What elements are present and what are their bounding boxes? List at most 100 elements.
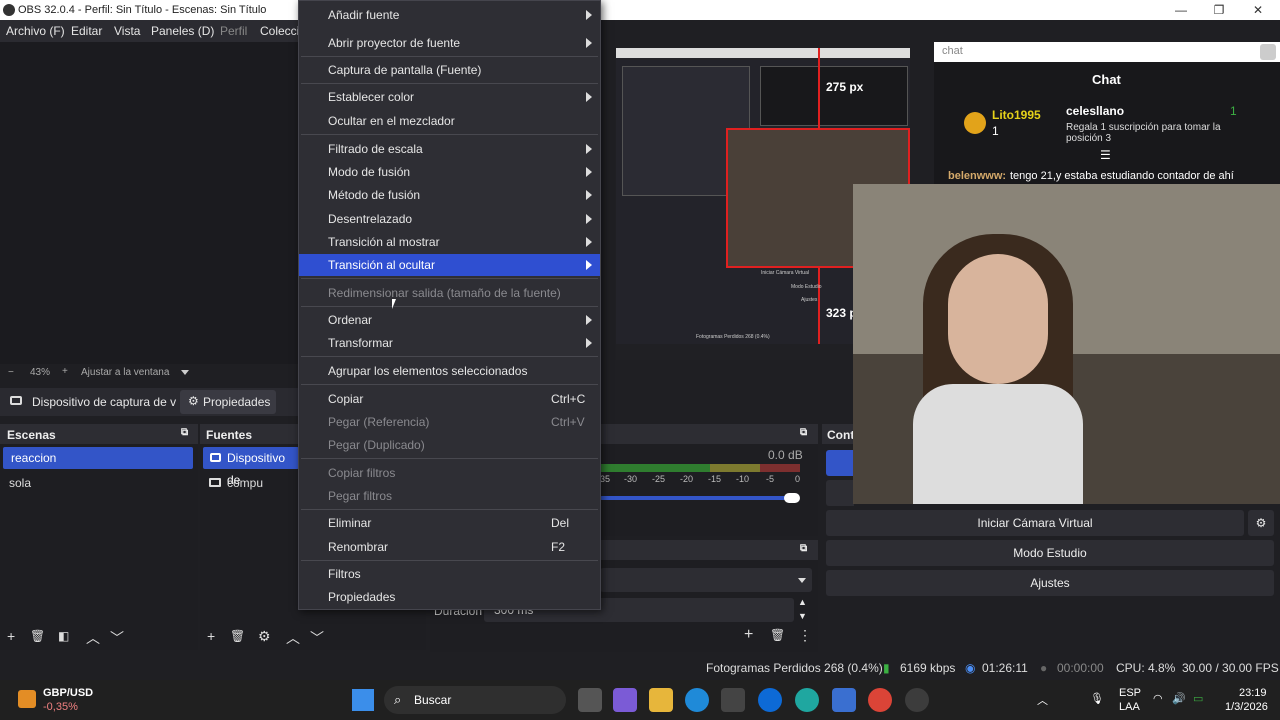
record-button[interactable]	[826, 480, 854, 506]
copilot-icon[interactable]	[613, 688, 637, 712]
volume-slider[interactable]	[600, 496, 796, 500]
menu-item-set-color[interactable]: Establecer color	[299, 86, 600, 108]
arrow-up-icon[interactable]: ︿	[286, 628, 300, 648]
audio-mixer: 0.0 dB 35 -30 -25 -20 -15 -10 -5 0	[600, 444, 818, 536]
menu-item-add-source[interactable]: Añadir fuente	[299, 4, 600, 26]
edge-icon[interactable]	[685, 688, 709, 712]
search-placeholder: Buscar	[414, 693, 452, 707]
chrome-icon[interactable]	[868, 688, 892, 712]
arrow-down-icon[interactable]: ﹀	[110, 628, 124, 648]
add-icon[interactable]: +	[744, 626, 753, 644]
menu-editar[interactable]: Editar	[71, 24, 102, 38]
menu-item-blend-method[interactable]: Método de fusión	[299, 184, 600, 206]
windows-start-icon[interactable]	[352, 689, 374, 711]
menu-item-properties[interactable]: Propiedades	[299, 586, 600, 608]
menu-item-show-transition[interactable]: Transición al mostrar	[299, 231, 600, 253]
stock-widget-icon[interactable]	[18, 690, 36, 708]
stream-button[interactable]	[826, 450, 854, 476]
file-explorer-icon[interactable]	[649, 688, 673, 712]
menu-item-copy-filters[interactable]: Copiar filtros	[299, 462, 600, 484]
menu-item-filters[interactable]: Filtros	[299, 563, 600, 585]
menu-vista[interactable]: Vista	[114, 24, 140, 38]
app-icon[interactable]	[795, 688, 819, 712]
clock-date[interactable]: 1/3/2026	[1225, 701, 1268, 713]
scene-item[interactable]: sola	[1, 472, 191, 494]
menu-item-deinterlace[interactable]: Desentrelazado	[299, 208, 600, 230]
undock-icon[interactable]: ⧉	[181, 427, 188, 438]
properties-button[interactable]: ⚙ Propiedades	[180, 390, 276, 414]
minimize-button[interactable]: —	[1166, 2, 1196, 18]
menu-item-copy[interactable]: Copiar Ctrl+C	[299, 388, 600, 410]
taskbar-search[interactable]: ⌕ Buscar	[384, 686, 566, 714]
settings-button[interactable]: Ajustes	[826, 570, 1274, 596]
studio-mode-button[interactable]: Modo Estudio	[826, 540, 1274, 566]
maximize-button[interactable]: ❐	[1204, 2, 1234, 18]
chat-search-bar[interactable]: chat	[934, 42, 1280, 62]
battery-icon[interactable]: ▭	[1193, 692, 1203, 705]
badge-count-1: 1	[992, 124, 999, 138]
menu-item-delete[interactable]: Eliminar Del	[299, 512, 600, 534]
lang-2[interactable]: LAA	[1119, 701, 1140, 713]
undock-icon[interactable]: ⧉	[800, 543, 807, 554]
hp-icon[interactable]	[758, 688, 782, 712]
zoom-out-button[interactable]: −	[8, 367, 14, 378]
add-icon[interactable]: +	[7, 628, 15, 644]
arrow-down-icon[interactable]: ﹀	[310, 628, 324, 648]
menu-item-paste-dup[interactable]: Pegar (Duplicado)	[299, 434, 600, 456]
trash-icon[interactable]: 🗑	[770, 628, 785, 642]
spin-down-icon[interactable]: ▼	[798, 611, 807, 621]
arrow-up-icon[interactable]: ︿	[86, 628, 100, 648]
outlook-icon[interactable]	[832, 688, 856, 712]
gear-icon[interactable]: ⚙	[258, 628, 271, 645]
virtual-camera-settings-button[interactable]: ⚙	[1248, 510, 1274, 536]
menu-item-resize-output[interactable]: Redimensionar salida (tamaño de la fuent…	[299, 282, 600, 304]
sources-footer: + 🗑 ⚙ ︿ ﹀	[200, 624, 426, 650]
close-button[interactable]: ✕	[1243, 2, 1273, 18]
menu-item-blend-mode[interactable]: Modo de fusión	[299, 161, 600, 183]
menu-item-transform[interactable]: Transformar	[299, 332, 600, 354]
menu-item-paste-filters[interactable]: Pegar filtros	[299, 485, 600, 507]
submenu-arrow-icon	[586, 10, 592, 20]
more-icon[interactable]: ⋮	[798, 627, 812, 644]
lang-1[interactable]: ESP	[1119, 687, 1141, 699]
menu-item-rename[interactable]: Renombrar F2	[299, 536, 600, 558]
menu-archivo[interactable]: Archivo (F)	[6, 24, 65, 38]
context-menu: Añadir fuente Abrir proyector de fuente …	[298, 0, 601, 610]
menu-item-order[interactable]: Ordenar	[299, 309, 600, 331]
wifi-icon[interactable]: ◠	[1153, 692, 1163, 705]
menu-item-scale-filter[interactable]: Filtrado de escala	[299, 138, 600, 160]
transition-select[interactable]	[600, 568, 812, 592]
zoom-in-button[interactable]: +	[62, 366, 68, 377]
menu-item-source-projector[interactable]: Abrir proyector de fuente	[299, 32, 600, 54]
menu-item-group[interactable]: Agrupar los elementos seleccionados	[299, 360, 600, 382]
menu-item-paste-ref[interactable]: Pegar (Referencia) Ctrl+V	[299, 411, 600, 433]
chevron-up-icon[interactable]: ︿	[1037, 692, 1048, 708]
source-item[interactable]: Dispositivo de	[203, 447, 299, 487]
trash-icon[interactable]: 🗑	[30, 629, 45, 643]
clock-time[interactable]: 23:19	[1239, 687, 1267, 699]
microphone-icon[interactable]: 🎙	[1090, 692, 1104, 705]
menu-perfil[interactable]: Perfil	[220, 24, 247, 38]
task-view-icon[interactable]	[578, 688, 602, 712]
obs-icon[interactable]	[905, 688, 929, 712]
fit-window-label[interactable]: Ajustar a la ventana	[81, 367, 169, 378]
virtual-camera-button[interactable]: Iniciar Cámara Virtual	[826, 510, 1244, 536]
store-icon[interactable]	[721, 688, 745, 712]
chevron-down-icon[interactable]	[181, 370, 189, 375]
scene-item[interactable]: reaccion	[3, 447, 193, 469]
volume-handle[interactable]	[784, 493, 800, 503]
filter-icon[interactable]: ◧	[58, 629, 69, 643]
spin-up-icon[interactable]: ▲	[798, 597, 807, 607]
mini-menu-1: Modo Estudio	[791, 284, 822, 290]
source-item[interactable]: compu	[203, 472, 299, 494]
menu-item-hide-transition[interactable]: Transición al ocultar	[299, 254, 600, 276]
menu-item-screenshot[interactable]: Captura de pantalla (Fuente)	[299, 59, 600, 81]
menu-paneles[interactable]: Paneles (D)	[151, 24, 214, 38]
volume-icon[interactable]: 🔊	[1172, 692, 1186, 705]
mixer-db: 0.0 dB	[768, 448, 803, 462]
trash-icon[interactable]: 🗑	[230, 629, 245, 643]
add-icon[interactable]: +	[207, 628, 215, 644]
undock-icon[interactable]: ⧉	[800, 427, 807, 438]
menu-item-hide-mixer[interactable]: Ocultar en el mezclador	[299, 110, 600, 132]
menu-coleccion[interactable]: Colecci	[260, 24, 299, 38]
